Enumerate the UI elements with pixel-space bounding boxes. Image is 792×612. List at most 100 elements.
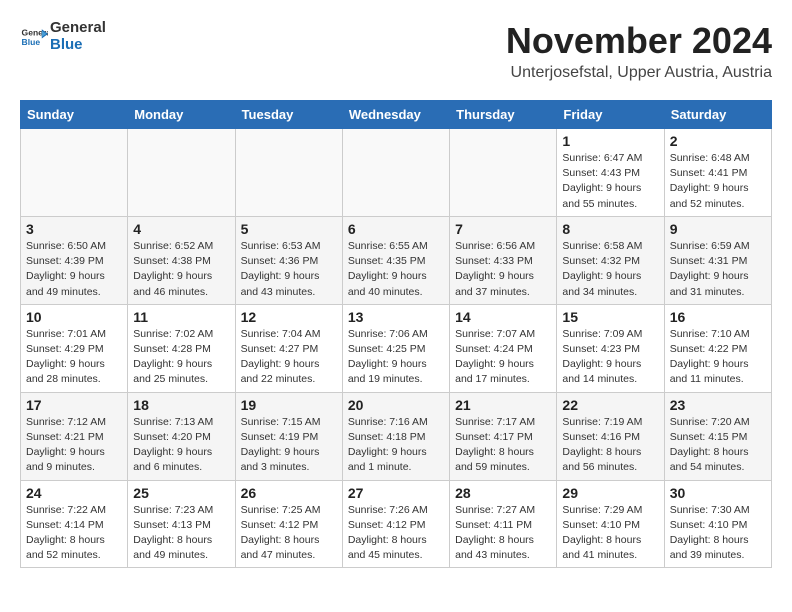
day-info: Sunrise: 7:29 AM Sunset: 4:10 PM Dayligh… [562, 503, 658, 564]
day-number: 25 [133, 485, 229, 501]
day-header-friday: Friday [557, 101, 664, 129]
day-number: 23 [670, 397, 766, 413]
day-number: 8 [562, 221, 658, 237]
day-number: 4 [133, 221, 229, 237]
calendar-cell: 22 Sunrise: 7:19 AM Sunset: 4:16 PM Dayli… [557, 392, 664, 480]
logo: General Blue General Blue [20, 20, 106, 53]
calendar-cell: 29 Sunrise: 7:29 AM Sunset: 4:10 PM Dayli… [557, 480, 664, 568]
svg-text:Blue: Blue [22, 36, 41, 46]
calendar-title: November 2024 [506, 20, 772, 62]
day-info: Sunrise: 6:53 AM Sunset: 4:36 PM Dayligh… [241, 239, 337, 300]
day-number: 13 [348, 309, 444, 325]
calendar-cell: 25 Sunrise: 7:23 AM Sunset: 4:13 PM Dayli… [128, 480, 235, 568]
day-number: 29 [562, 485, 658, 501]
calendar-cell: 3Sunrise: 6:50 AM Sunset: 4:39 PM Daylig… [21, 216, 128, 304]
calendar-table: SundayMondayTuesdayWednesdayThursdayFrid… [20, 100, 772, 568]
calendar-cell: 17 Sunrise: 7:12 AM Sunset: 4:21 PM Dayli… [21, 392, 128, 480]
day-number: 20 [348, 397, 444, 413]
calendar-cell: 4Sunrise: 6:52 AM Sunset: 4:38 PM Daylig… [128, 216, 235, 304]
day-info: Sunrise: 7:07 AM Sunset: 4:24 PM Dayligh… [455, 327, 551, 388]
day-info: Sunrise: 7:02 AM Sunset: 4:28 PM Dayligh… [133, 327, 229, 388]
day-info: Sunrise: 6:59 AM Sunset: 4:31 PM Dayligh… [670, 239, 766, 300]
day-number: 16 [670, 309, 766, 325]
day-number: 27 [348, 485, 444, 501]
day-number: 7 [455, 221, 551, 237]
day-info: Sunrise: 7:17 AM Sunset: 4:17 PM Dayligh… [455, 415, 551, 476]
day-info: Sunrise: 7:22 AM Sunset: 4:14 PM Dayligh… [26, 503, 122, 564]
day-info: Sunrise: 7:04 AM Sunset: 4:27 PM Dayligh… [241, 327, 337, 388]
day-info: Sunrise: 6:48 AM Sunset: 4:41 PM Dayligh… [670, 151, 766, 212]
day-number: 18 [133, 397, 229, 413]
day-info: Sunrise: 7:26 AM Sunset: 4:12 PM Dayligh… [348, 503, 444, 564]
calendar-cell [128, 129, 235, 217]
day-number: 6 [348, 221, 444, 237]
calendar-subtitle: Unterjosefstal, Upper Austria, Austria [506, 64, 772, 82]
calendar-cell: 15 Sunrise: 7:09 AM Sunset: 4:23 PM Dayli… [557, 304, 664, 392]
day-number: 11 [133, 309, 229, 325]
calendar-cell: 9 Sunrise: 6:59 AM Sunset: 4:31 PM Daylig… [664, 216, 771, 304]
day-info: Sunrise: 7:01 AM Sunset: 4:29 PM Dayligh… [26, 327, 122, 388]
day-number: 28 [455, 485, 551, 501]
calendar-cell: 2 Sunrise: 6:48 AM Sunset: 4:41 PM Daylig… [664, 129, 771, 217]
calendar-cell: 10Sunrise: 7:01 AM Sunset: 4:29 PM Dayli… [21, 304, 128, 392]
calendar-cell [235, 129, 342, 217]
day-number: 22 [562, 397, 658, 413]
day-info: Sunrise: 6:58 AM Sunset: 4:32 PM Dayligh… [562, 239, 658, 300]
calendar-cell [450, 129, 557, 217]
day-header-monday: Monday [128, 101, 235, 129]
day-number: 19 [241, 397, 337, 413]
day-header-thursday: Thursday [450, 101, 557, 129]
day-number: 9 [670, 221, 766, 237]
calendar-cell: 23 Sunrise: 7:20 AM Sunset: 4:15 PM Dayli… [664, 392, 771, 480]
day-header-wednesday: Wednesday [342, 101, 449, 129]
calendar-cell: 12 Sunrise: 7:04 AM Sunset: 4:27 PM Dayli… [235, 304, 342, 392]
day-info: Sunrise: 7:30 AM Sunset: 4:10 PM Dayligh… [670, 503, 766, 564]
day-info: Sunrise: 7:27 AM Sunset: 4:11 PM Dayligh… [455, 503, 551, 564]
day-info: Sunrise: 7:10 AM Sunset: 4:22 PM Dayligh… [670, 327, 766, 388]
calendar-cell: 13Sunrise: 7:06 AM Sunset: 4:25 PM Dayli… [342, 304, 449, 392]
calendar-cell: 19 Sunrise: 7:15 AM Sunset: 4:19 PM Dayli… [235, 392, 342, 480]
day-info: Sunrise: 6:56 AM Sunset: 4:33 PM Dayligh… [455, 239, 551, 300]
calendar-cell: 16 Sunrise: 7:10 AM Sunset: 4:22 PM Dayli… [664, 304, 771, 392]
day-info: Sunrise: 6:47 AM Sunset: 4:43 PM Dayligh… [562, 151, 658, 212]
calendar-cell: 5 Sunrise: 6:53 AM Sunset: 4:36 PM Daylig… [235, 216, 342, 304]
day-header-saturday: Saturday [664, 101, 771, 129]
day-number: 21 [455, 397, 551, 413]
day-number: 17 [26, 397, 122, 413]
calendar-cell: 28 Sunrise: 7:27 AM Sunset: 4:11 PM Dayli… [450, 480, 557, 568]
calendar-cell: 1 Sunrise: 6:47 AM Sunset: 4:43 PM Daylig… [557, 129, 664, 217]
calendar-cell: 20 Sunrise: 7:16 AM Sunset: 4:18 PM Dayli… [342, 392, 449, 480]
calendar-cell: 27 Sunrise: 7:26 AM Sunset: 4:12 PM Dayli… [342, 480, 449, 568]
day-header-sunday: Sunday [21, 101, 128, 129]
day-info: Sunrise: 7:19 AM Sunset: 4:16 PM Dayligh… [562, 415, 658, 476]
calendar-cell [342, 129, 449, 217]
day-info: Sunrise: 7:16 AM Sunset: 4:18 PM Dayligh… [348, 415, 444, 476]
day-number: 12 [241, 309, 337, 325]
day-info: Sunrise: 7:09 AM Sunset: 4:23 PM Dayligh… [562, 327, 658, 388]
day-number: 2 [670, 133, 766, 149]
logo-icon: General Blue [20, 23, 48, 51]
day-info: Sunrise: 7:25 AM Sunset: 4:12 PM Dayligh… [241, 503, 337, 564]
day-info: Sunrise: 6:50 AM Sunset: 4:39 PM Dayligh… [26, 239, 122, 300]
calendar-cell: 7 Sunrise: 6:56 AM Sunset: 4:33 PM Daylig… [450, 216, 557, 304]
calendar-cell: 21 Sunrise: 7:17 AM Sunset: 4:17 PM Dayli… [450, 392, 557, 480]
day-info: Sunrise: 7:20 AM Sunset: 4:15 PM Dayligh… [670, 415, 766, 476]
day-info: Sunrise: 7:13 AM Sunset: 4:20 PM Dayligh… [133, 415, 229, 476]
calendar-cell: 18 Sunrise: 7:13 AM Sunset: 4:20 PM Dayli… [128, 392, 235, 480]
logo-line2: Blue [50, 37, 106, 54]
calendar-cell [21, 129, 128, 217]
calendar-cell: 24 Sunrise: 7:22 AM Sunset: 4:14 PM Dayli… [21, 480, 128, 568]
day-info: Sunrise: 7:23 AM Sunset: 4:13 PM Dayligh… [133, 503, 229, 564]
day-header-tuesday: Tuesday [235, 101, 342, 129]
day-info: Sunrise: 7:12 AM Sunset: 4:21 PM Dayligh… [26, 415, 122, 476]
day-number: 1 [562, 133, 658, 149]
day-number: 5 [241, 221, 337, 237]
logo-line1: General [50, 20, 106, 37]
calendar-cell: 11 Sunrise: 7:02 AM Sunset: 4:28 PM Dayli… [128, 304, 235, 392]
day-number: 15 [562, 309, 658, 325]
calendar-cell: 26Sunrise: 7:25 AM Sunset: 4:12 PM Dayli… [235, 480, 342, 568]
calendar-cell: 14Sunrise: 7:07 AM Sunset: 4:24 PM Dayli… [450, 304, 557, 392]
calendar-cell: 6Sunrise: 6:55 AM Sunset: 4:35 PM Daylig… [342, 216, 449, 304]
day-number: 24 [26, 485, 122, 501]
day-info: Sunrise: 7:15 AM Sunset: 4:19 PM Dayligh… [241, 415, 337, 476]
